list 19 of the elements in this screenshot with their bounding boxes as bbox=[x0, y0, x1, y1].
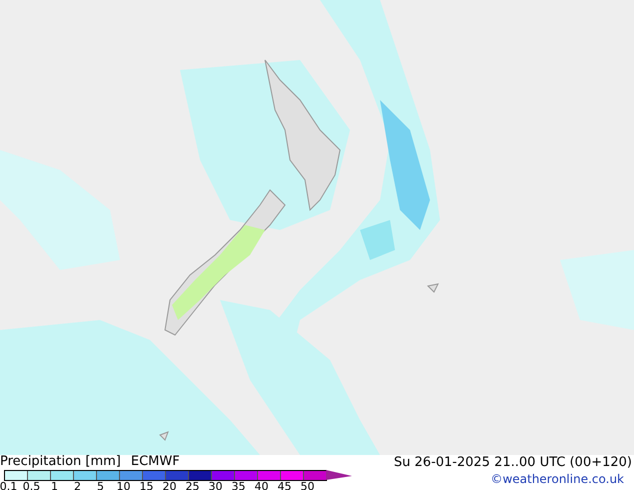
scale-label: 30 bbox=[208, 481, 222, 490]
scale-label: 45 bbox=[278, 481, 292, 490]
credit-link[interactable]: ©weatheronline.co.uk bbox=[490, 471, 624, 487]
scale-arrow-icon bbox=[326, 469, 352, 481]
scale-label: 10 bbox=[116, 481, 130, 490]
valid-time: Su 26-01-2025 21..00 UTC (00+120) bbox=[394, 455, 632, 471]
scale-label: 20 bbox=[162, 481, 176, 490]
scale-label: 0.1 bbox=[0, 481, 18, 490]
scale-label: 5 bbox=[97, 481, 104, 490]
scale-label: 25 bbox=[186, 481, 200, 490]
scale-label: 40 bbox=[254, 481, 268, 490]
scale-label: 35 bbox=[232, 481, 246, 490]
scale-label: 2 bbox=[74, 481, 81, 490]
scale-label: 50 bbox=[300, 481, 314, 490]
legend-title: Precipitation [mm] bbox=[0, 455, 121, 469]
model-name: ECMWF bbox=[130, 455, 180, 469]
scale-label: 1 bbox=[51, 481, 58, 490]
scale-label: 15 bbox=[140, 481, 154, 490]
scale-label: 0.5 bbox=[22, 481, 40, 490]
